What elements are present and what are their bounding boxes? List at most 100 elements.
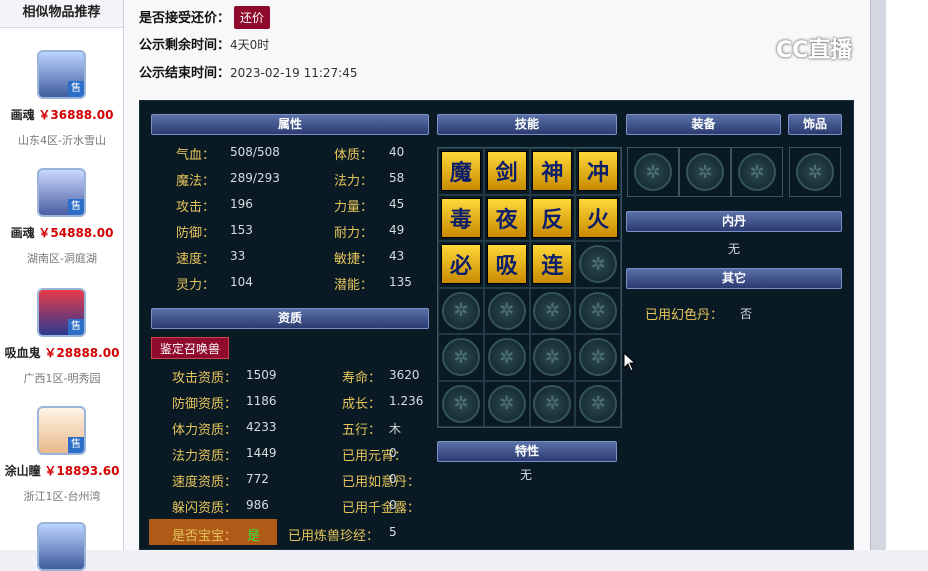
apt-value: 1509 bbox=[246, 368, 277, 382]
skill-slot[interactable]: ✲ bbox=[575, 287, 621, 334]
item-server: 山东4区-沂水雪山 bbox=[18, 134, 106, 147]
skill-slot[interactable]: ✲ bbox=[575, 380, 621, 427]
attr-label: 速度： bbox=[176, 252, 216, 267]
apt-value: 986 bbox=[246, 498, 269, 512]
apt-label2: 已用元宵： bbox=[342, 449, 408, 464]
deco-slot[interactable]: ✲ bbox=[789, 147, 841, 197]
attr-label2: 潜能： bbox=[334, 278, 374, 293]
empty-slot-icon: ✲ bbox=[579, 245, 618, 284]
skill-slot[interactable]: ✲ bbox=[529, 334, 576, 381]
recommend-item[interactable]: 售 涂山瞳 ￥18893.60 浙江1区-台州湾 bbox=[0, 394, 124, 512]
pet-avatar[interactable]: 售 bbox=[37, 168, 86, 217]
empty-slot-icon: ✲ bbox=[738, 153, 776, 191]
item-name-price[interactable]: 吸血鬼 ￥28888.00 bbox=[0, 344, 124, 361]
equip-slot[interactable]: ✲ bbox=[731, 147, 783, 197]
end-time-row: 公示结束时间：2023-02-19 11:27:45 bbox=[139, 66, 358, 81]
skill-slot[interactable]: ✲ bbox=[483, 380, 530, 427]
pet-avatar[interactable]: 售 bbox=[37, 288, 86, 337]
skill-slot[interactable]: 神 bbox=[529, 148, 576, 195]
apt-label2: 五行： bbox=[342, 423, 382, 438]
empty-slot-icon: ✲ bbox=[533, 338, 572, 377]
skill-slot[interactable]: ✲ bbox=[438, 334, 484, 381]
recommend-item[interactable]: 售 画魂 ￥36888.00 山东4区-沂水雪山 bbox=[0, 38, 124, 156]
empty-slot-icon: ✲ bbox=[487, 338, 526, 377]
cc-live-watermark: CC直播 bbox=[776, 38, 853, 63]
skill-icon: 必 bbox=[440, 244, 481, 285]
skill-slot[interactable]: ✲ bbox=[438, 287, 484, 334]
recommend-item[interactable]: 售 画魂 ￥54888.00 湖南区-洞庭湖 bbox=[0, 156, 124, 274]
baby-value: 是 bbox=[247, 529, 261, 544]
apt-label2: 已用千金露： bbox=[342, 501, 421, 516]
item-server: 广西1区-明秀园 bbox=[23, 372, 101, 385]
skill-icon: 火 bbox=[578, 197, 619, 238]
apt-value: 772 bbox=[246, 472, 269, 486]
skill-slot[interactable]: 冲 bbox=[575, 148, 621, 195]
page-scrollbar[interactable] bbox=[870, 0, 886, 550]
skill-slot[interactable]: 反 bbox=[529, 194, 576, 241]
skill-slot[interactable]: ✲ bbox=[529, 380, 576, 427]
apt-value: 4233 bbox=[246, 420, 277, 434]
pet-avatar[interactable] bbox=[37, 522, 86, 571]
apt-label2: 寿命： bbox=[342, 371, 382, 386]
sale-tag: 售 bbox=[68, 437, 84, 453]
attr-label: 魔法： bbox=[176, 174, 216, 189]
skill-slot[interactable]: ✲ bbox=[483, 287, 530, 334]
recommend-item[interactable]: 售 吸血鬼 ￥28888.00 广西1区-明秀园 bbox=[0, 276, 124, 394]
skill-slot[interactable]: ✲ bbox=[529, 287, 576, 334]
skill-icon: 吸 bbox=[486, 244, 527, 285]
mouse-cursor-icon bbox=[623, 352, 637, 372]
attr-header: 属性 bbox=[151, 114, 429, 135]
skill-slot[interactable]: 必 bbox=[438, 241, 484, 288]
attr-value: 289/293 bbox=[230, 171, 280, 185]
pet-detail-panel: 属性 技能 装备 饰品 气血： 508/508 体质： 40 魔法： 289/293 法力：… bbox=[139, 100, 854, 550]
item-name-price[interactable]: 涂山瞳 ￥18893.60 bbox=[0, 462, 124, 479]
attr-label2: 法力： bbox=[334, 174, 374, 189]
skill-slot[interactable]: 连 bbox=[529, 241, 576, 288]
beast-label: 已用炼兽珍经： bbox=[288, 529, 380, 544]
item-server: 浙江1区-台州湾 bbox=[23, 490, 101, 503]
attr-value2: 45 bbox=[389, 197, 405, 211]
empty-slot-icon: ✲ bbox=[441, 384, 480, 423]
attr-value: 153 bbox=[230, 223, 253, 237]
skill-header: 技能 bbox=[437, 114, 617, 135]
item-name-price[interactable]: 画魂 ￥54888.00 bbox=[0, 224, 124, 241]
trait-header: 特性 bbox=[437, 441, 617, 462]
pet-avatar[interactable]: 售 bbox=[37, 406, 86, 455]
skill-slot[interactable]: ✲ bbox=[483, 334, 530, 381]
skill-slot[interactable]: 夜 bbox=[483, 194, 530, 241]
skill-slot[interactable]: 毒 bbox=[438, 194, 484, 241]
beast-value: 5 bbox=[389, 525, 397, 539]
right-margin bbox=[886, 0, 928, 550]
appraise-button[interactable]: 鉴定召唤兽 bbox=[151, 337, 229, 359]
attr-label2: 力量： bbox=[334, 200, 374, 215]
empty-slot-icon: ✲ bbox=[686, 153, 724, 191]
attr-label: 气血： bbox=[176, 148, 216, 163]
skill-slot[interactable]: ✲ bbox=[438, 380, 484, 427]
skill-slot[interactable]: 魔 bbox=[438, 148, 484, 195]
equip-header: 装备 bbox=[626, 114, 781, 135]
aptitude-header: 资质 bbox=[151, 308, 429, 329]
attr-value2: 40 bbox=[389, 145, 405, 159]
apt-label: 法力资质： bbox=[172, 449, 238, 464]
bargain-button[interactable]: 还价 bbox=[234, 6, 271, 29]
apt-value: 1186 bbox=[246, 394, 277, 408]
main-content: 是否接受还价： 还价 公示剩余时间：4天0时 公示结束时间：2023-02-19 … bbox=[124, 0, 870, 550]
equip-slot[interactable]: ✲ bbox=[627, 147, 679, 197]
skill-slot[interactable]: 火 bbox=[575, 194, 621, 241]
skill-slot[interactable]: ✲ bbox=[575, 334, 621, 381]
skill-slot[interactable]: 吸 bbox=[483, 241, 530, 288]
attr-label2: 敏捷： bbox=[334, 252, 374, 267]
used-pill-label: 已用幻色丹： bbox=[645, 308, 724, 323]
sidebar-title: 相似物品推荐 bbox=[0, 0, 123, 28]
remaining-time-row: 公示剩余时间：4天0时 bbox=[139, 38, 270, 53]
skill-slot[interactable]: 剑 bbox=[483, 148, 530, 195]
empty-slot-icon: ✲ bbox=[579, 384, 618, 423]
pet-avatar[interactable]: 售 bbox=[37, 50, 86, 99]
skill-slot[interactable]: ✲ bbox=[575, 241, 621, 288]
sale-tag: 售 bbox=[68, 81, 84, 97]
apt-label: 速度资质： bbox=[172, 475, 238, 490]
skill-icon: 神 bbox=[532, 151, 573, 192]
equip-slot[interactable]: ✲ bbox=[679, 147, 731, 197]
item-name-price[interactable]: 画魂 ￥36888.00 bbox=[0, 106, 124, 123]
apt-label: 攻击资质： bbox=[172, 371, 238, 386]
